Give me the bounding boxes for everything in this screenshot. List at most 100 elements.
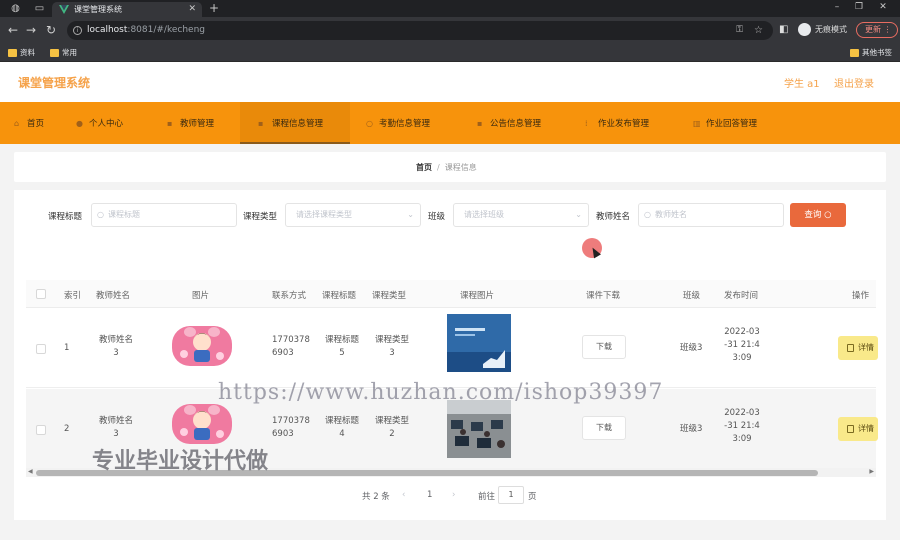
home-icon: ⌂: [14, 119, 20, 128]
cell-publish-time: 2022-03 -31 21:4 3:09: [724, 408, 760, 444]
breadcrumb-current: 课程信息: [444, 163, 477, 172]
globe-icon[interactable]: ◍: [10, 3, 21, 14]
row-checkbox[interactable]: [36, 425, 46, 435]
cell-index: 1: [64, 343, 70, 353]
nav-item-attendance[interactable]: ○ 考勤信息管理: [364, 102, 454, 144]
cell-course-title: 课程标题 4: [324, 416, 359, 439]
reload-icon[interactable]: ↻: [44, 23, 58, 37]
vue-logo-icon: [59, 5, 69, 14]
course-type-label: 课程类型: [243, 212, 278, 222]
cell-publish-time: 2022-03 -31 21:4 3:09: [724, 327, 760, 363]
site-info-icon[interactable]: i: [73, 26, 82, 35]
nav-item-home[interactable]: ⌂ 首页: [12, 102, 62, 144]
side-panel-icon[interactable]: ◧: [779, 23, 788, 37]
current-user[interactable]: 学生 a1: [784, 75, 820, 90]
header-image: 图片: [192, 291, 210, 301]
new-tab-icon[interactable]: +: [209, 1, 219, 15]
url-path: :8081/#/kecheng: [127, 25, 205, 35]
detail-button[interactable]: 详情: [838, 417, 878, 441]
breadcrumb-home[interactable]: 首页: [416, 163, 432, 172]
row-checkbox[interactable]: [36, 344, 46, 354]
watermark-text: 专业毕业设计代做: [92, 449, 269, 474]
bookmark-star-icon[interactable]: ☆: [754, 21, 763, 40]
query-button[interactable]: 查询 ○: [790, 203, 846, 227]
app-header: 课堂管理系统 学生 a1 退出登录: [0, 62, 900, 102]
update-label: 更新: [865, 25, 881, 34]
download-button[interactable]: 下载: [582, 416, 626, 440]
header-publish-time: 发布时间: [724, 291, 759, 301]
nav-item-course-info[interactable]: ▪ 课程信息管理: [240, 102, 350, 144]
cell-phone: 1770378 6903: [272, 335, 310, 358]
detail-button[interactable]: 详情: [838, 336, 878, 360]
nav-item-answers[interactable]: ▥ 作业回答管理: [691, 102, 781, 144]
teacher-name-input[interactable]: ○ 教师姓名: [638, 203, 784, 227]
cell-class: 班级3: [680, 424, 703, 434]
cell-course-title: 课程标题 5: [324, 335, 359, 358]
search-icon: ○: [644, 210, 651, 219]
forward-icon[interactable]: →: [24, 23, 38, 37]
scroll-right-icon[interactable]: ▶: [869, 468, 874, 475]
next-page-icon[interactable]: ›: [452, 490, 455, 500]
update-button[interactable]: 更新 ⋮: [856, 22, 898, 38]
browser-toolbar: ← → ↻ i localhost:8081/#/kecheng ⚿ ☆ ◧ 无…: [0, 17, 900, 44]
tab-title: 课堂管理系统: [74, 5, 122, 14]
bookmarks-bar: 资料 常用 其他书签: [0, 44, 900, 62]
course-title-input[interactable]: ○ 课程标题: [91, 203, 237, 227]
class-select[interactable]: 请选择班级 ⌄: [453, 203, 589, 227]
bookmark-folder-ziliao[interactable]: 资料: [8, 47, 35, 59]
cell-teacher: 教师姓名 3: [98, 416, 133, 439]
goto-page-input[interactable]: 1: [498, 486, 524, 504]
cell-course-type: 课程类型 3: [374, 335, 409, 358]
nav-item-assignments[interactable]: ⁞ 作业发布管理: [583, 102, 673, 144]
nav-item-notices[interactable]: ▪ 公告信息管理: [475, 102, 565, 144]
watermark-url: https://www.huzhan.com/ishop39397: [218, 380, 664, 405]
address-bar[interactable]: i localhost:8081/#/kecheng ⚿ ☆: [67, 21, 773, 40]
back-icon[interactable]: ←: [6, 23, 20, 37]
header-teacher: 教师姓名: [96, 291, 131, 301]
browser-tab-strip: ◍ ▭ 课堂管理系统 ✕ + – ❐ ✕: [0, 0, 900, 17]
window-close-icon[interactable]: ✕: [876, 2, 890, 12]
course-image: [447, 314, 511, 372]
nav-item-teachers[interactable]: ▪ 教师管理: [165, 102, 235, 144]
nav-item-profile[interactable]: ● 个人中心: [74, 102, 144, 144]
browser-tab[interactable]: 课堂管理系统 ✕: [52, 2, 202, 17]
document-icon: [847, 425, 854, 433]
search-icon: ○: [97, 210, 104, 219]
header-course-type: 课程类型: [372, 291, 407, 301]
prev-page-icon[interactable]: ‹: [402, 490, 405, 500]
url-host: localhost: [87, 25, 128, 35]
top-navigation: ⌂ 首页 ● 个人中心 ▪ 教师管理 ▪ 课程信息管理 ○ 考勤信息管理 ▪ 公告信息管理 …: [0, 102, 900, 144]
other-bookmarks[interactable]: 其他书签: [850, 47, 892, 59]
header-course-image: 课程图片: [460, 291, 495, 301]
minimize-icon[interactable]: –: [830, 2, 844, 12]
document-icon: [847, 344, 854, 352]
pagination-total: 共 2 条: [362, 492, 390, 502]
header-contact: 联系方式: [272, 291, 307, 301]
cell-course-type: 课程类型 2: [374, 416, 409, 439]
app-title: 课堂管理系统: [18, 76, 91, 90]
user-icon: ●: [76, 119, 83, 128]
assignment-icon: ⁞: [585, 119, 588, 128]
tab-close-icon[interactable]: ✕: [188, 2, 196, 17]
scroll-left-icon[interactable]: ◀: [28, 468, 33, 475]
header-courseware: 课件下载: [586, 291, 621, 301]
download-button[interactable]: 下载: [582, 335, 626, 359]
answer-icon: ▥: [693, 119, 701, 128]
folder-icon: [8, 49, 17, 57]
password-key-icon[interactable]: ⚿: [736, 21, 743, 40]
incognito-avatar-icon[interactable]: [798, 23, 811, 36]
tab-search-icon[interactable]: ▭: [34, 3, 45, 14]
goto-label: 前往: [478, 492, 496, 502]
course-image: [447, 400, 511, 458]
cell-index: 2: [64, 424, 70, 434]
header-index: 索引: [64, 291, 82, 301]
logout-link[interactable]: 退出登录: [834, 75, 874, 90]
bookmark-folder-changyong[interactable]: 常用: [50, 47, 77, 59]
header-course-title: 课程标题: [322, 291, 357, 301]
pagination-page-1[interactable]: 1: [427, 490, 432, 500]
select-all-checkbox[interactable]: [36, 289, 46, 299]
course-type-select[interactable]: 请选择课程类型 ⌄: [285, 203, 421, 227]
header-actions: 操作: [852, 291, 870, 301]
attendance-icon: ○: [366, 119, 373, 128]
maximize-icon[interactable]: ❐: [852, 2, 866, 12]
